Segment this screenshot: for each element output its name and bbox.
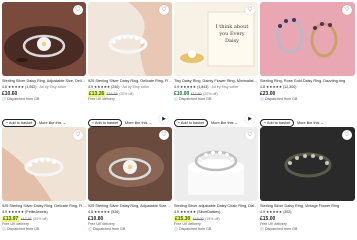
product-rating: 4.9 ★★★★★ (SilverDaisies) bbox=[174, 210, 221, 214]
more-like-this-link[interactable]: More like this → bbox=[39, 119, 66, 127]
truck-icon bbox=[174, 97, 178, 101]
product-rating: 4.8 ★★★★★ (1,052) · Ad by Etsy seller bbox=[2, 85, 67, 89]
heart-icon[interactable]: ♡ bbox=[245, 130, 255, 140]
truck-icon bbox=[88, 227, 92, 231]
card-image-text: I think about you Every Daisy bbox=[215, 24, 249, 44]
heart-icon[interactable]: ♡ bbox=[245, 5, 255, 15]
heart-icon[interactable]: ♡ bbox=[73, 130, 83, 140]
shipping-note: Dispatched from GB bbox=[174, 227, 211, 232]
truck-icon bbox=[260, 227, 264, 231]
product-image[interactable] bbox=[260, 127, 355, 201]
product-rating: 4.8 ★★★★★ (526) bbox=[88, 210, 120, 214]
product-title[interactable]: Sterling Silver Daisy Ring, Vintage Flow… bbox=[260, 204, 355, 209]
heart-icon[interactable]: ♡ bbox=[73, 5, 83, 15]
truck-icon bbox=[2, 97, 6, 101]
more-like-this-link[interactable]: More like this → bbox=[297, 119, 324, 127]
product-image[interactable] bbox=[260, 2, 355, 76]
more-like-this-link[interactable]: More like this → bbox=[125, 119, 152, 127]
product-title[interactable]: Tiny Daisy Ring, Dainty Flower Ring, Min… bbox=[174, 79, 258, 84]
product-rating: 4.9 ★★★★★ (1,843) · Ad by Etsy seller bbox=[174, 85, 239, 89]
product-title[interactable]: 925 Sterling Silver Daisy Ring, Adjustab… bbox=[88, 204, 172, 209]
shipping-note: Dispatched from GB bbox=[260, 227, 297, 232]
more-like-this-link[interactable]: More like this → bbox=[211, 119, 238, 127]
product-rating: 4.9 ★★★★★ (PetiteJewels) bbox=[2, 210, 48, 214]
add-to-basket-button[interactable]: + Add to basket bbox=[88, 119, 122, 127]
shipping-note: Dispatched from GB bbox=[88, 227, 125, 232]
shipping-note: Dispatched from GB bbox=[2, 227, 39, 232]
product-rating: 4.9 ★★★★★ (240) · Ad by Etsy seller bbox=[88, 85, 150, 89]
shipping-note: Dispatched from GB bbox=[174, 97, 211, 102]
shipping-note: Dispatched from GB bbox=[2, 97, 39, 102]
truck-icon bbox=[260, 97, 264, 101]
product-title[interactable]: Sterling Ring, Rose Gold Daisy Ring, Daz… bbox=[260, 79, 355, 84]
product-title[interactable]: Sterling Silver Daisy Ring, Adjustable S… bbox=[2, 79, 86, 84]
product-rating: 4.9 ★★★★★ (302) bbox=[260, 210, 292, 214]
play-icon[interactable]: ▶ bbox=[159, 114, 169, 124]
product-grid: ♡ Sterling Silver Daisy Ring, Adjustable… bbox=[0, 0, 357, 240]
truck-icon bbox=[2, 227, 6, 231]
product-title[interactable]: 925 Sterling Silver Daisy Ring, Delicate… bbox=[2, 204, 86, 209]
heart-icon[interactable]: ♡ bbox=[342, 130, 352, 140]
product-rating: 4.8 ★★★★★ (12,300) bbox=[260, 85, 297, 89]
heart-icon[interactable]: ♡ bbox=[342, 5, 352, 15]
truck-icon bbox=[174, 227, 178, 231]
shipping-note: Dispatched from GB bbox=[260, 97, 297, 102]
add-to-basket-button[interactable]: + Add to basket bbox=[260, 119, 294, 127]
delivery-note: Free UK delivery bbox=[88, 97, 115, 101]
heart-icon[interactable]: ♡ bbox=[159, 130, 169, 140]
product-title[interactable]: Sterling Silver adjustable Daisy Chain R… bbox=[174, 204, 258, 209]
add-to-basket-button[interactable]: + Add to basket bbox=[174, 119, 208, 127]
product-title[interactable]: 925 Sterling Silver Daisy Ring, Delicate… bbox=[88, 79, 172, 84]
play-icon[interactable]: ▶ bbox=[245, 114, 255, 124]
heart-icon[interactable]: ♡ bbox=[159, 5, 169, 15]
add-to-basket-button[interactable]: + Add to basket bbox=[2, 119, 36, 127]
